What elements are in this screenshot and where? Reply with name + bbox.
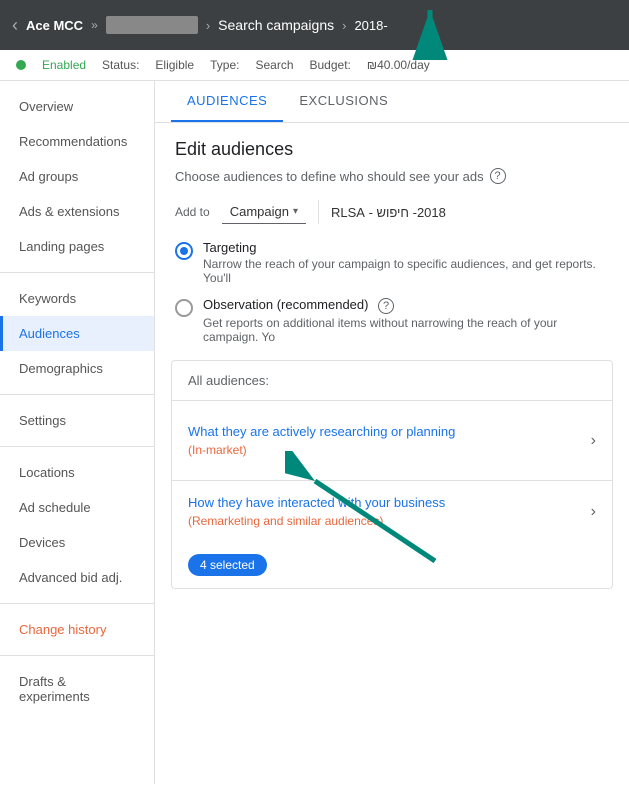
- audience-item-inmarket[interactable]: What they are actively researching or pl…: [172, 400, 612, 480]
- status-label: Status:: [102, 58, 139, 72]
- sidebar-item-ad-schedule[interactable]: Ad schedule: [0, 490, 154, 525]
- sidebar-item-landing-pages[interactable]: Landing pages: [0, 229, 154, 264]
- separator1: ›: [206, 18, 210, 33]
- tabs: AUDIENCES EXCLUSIONS: [155, 81, 629, 123]
- year-label: 2018-: [354, 18, 387, 33]
- sidebar-item-settings[interactable]: Settings: [0, 403, 154, 438]
- ace-mcc-label[interactable]: Ace MCC: [26, 18, 83, 33]
- divider: [318, 200, 319, 224]
- sidebar-divider1: [0, 272, 154, 273]
- audience2-text: How they have interacted with your busin…: [188, 495, 445, 528]
- enabled-label: Enabled: [42, 58, 86, 72]
- audience2-title: How they have interacted with your busin…: [188, 495, 445, 510]
- chevron-right-icon1: ›: [591, 432, 596, 450]
- tab-audiences[interactable]: AUDIENCES: [171, 81, 283, 122]
- targeting-text: Targeting Narrow the reach of your campa…: [203, 240, 609, 285]
- radio-group: Targeting Narrow the reach of your campa…: [175, 240, 609, 344]
- audience2-subtitle: (Remarketing and similar audiences): [188, 514, 445, 528]
- sidebar-item-devices[interactable]: Devices: [0, 525, 154, 560]
- add-to-label: Add to: [175, 205, 210, 219]
- back-arrow[interactable]: ‹: [12, 15, 18, 36]
- observation-option[interactable]: Observation (recommended) ? Get reports …: [175, 297, 609, 344]
- main-content: AUDIENCES EXCLUSIONS Edit audiences Choo…: [155, 81, 629, 784]
- sidebar-item-recommendations[interactable]: Recommendations: [0, 124, 154, 159]
- observation-radio[interactable]: [175, 299, 193, 317]
- targeting-desc: Narrow the reach of your campaign to spe…: [203, 257, 609, 285]
- sidebar-divider4: [0, 603, 154, 604]
- top-bar: ‹ Ace MCC » hidden › Search campaigns › …: [0, 0, 629, 50]
- sidebar-divider3: [0, 446, 154, 447]
- add-to-section: Add to Campaign ▾ 2018- חיפוש - RLSA: [175, 200, 609, 224]
- observation-text: Observation (recommended) ? Get reports …: [203, 297, 609, 344]
- status-bar: Enabled Status: Eligible Type: Search Bu…: [0, 50, 629, 81]
- sidebar-item-ad-groups[interactable]: Ad groups: [0, 159, 154, 194]
- main-layout: Overview Recommendations Ad groups Ads &…: [0, 81, 629, 784]
- targeting-radio[interactable]: [175, 242, 193, 260]
- audiences-header: All audiences:: [172, 361, 612, 400]
- tab-exclusions[interactable]: EXCLUSIONS: [283, 81, 404, 122]
- sidebar-item-advanced-bid[interactable]: Advanced bid adj.: [0, 560, 154, 595]
- sidebar: Overview Recommendations Ad groups Ads &…: [0, 81, 155, 784]
- sidebar-item-change-history[interactable]: Change history: [0, 612, 154, 647]
- status-dot: [16, 60, 26, 70]
- type-value: Search: [255, 58, 293, 72]
- sidebar-item-ads-extensions[interactable]: Ads & extensions: [0, 194, 154, 229]
- blurred-campaign: hidden: [106, 16, 198, 34]
- audience1-text: What they are actively researching or pl…: [188, 424, 455, 457]
- status-value: Eligible: [155, 58, 194, 72]
- observation-desc: Get reports on additional items without …: [203, 316, 609, 344]
- separator2: ›: [342, 18, 346, 33]
- budget-label: Budget:: [310, 58, 351, 72]
- sidebar-divider5: [0, 655, 154, 656]
- observation-help-icon[interactable]: ?: [378, 298, 394, 314]
- content-title: Edit audiences: [175, 139, 609, 160]
- targeting-label: Targeting: [203, 240, 609, 255]
- dropdown-label: Campaign: [230, 204, 289, 219]
- search-campaigns-label[interactable]: Search campaigns: [218, 17, 334, 33]
- audience-item-remarketing[interactable]: How they have interacted with your busin…: [172, 480, 612, 542]
- type-label: Type:: [210, 58, 239, 72]
- sidebar-item-demographics[interactable]: Demographics: [0, 351, 154, 386]
- sidebar-item-overview[interactable]: Overview: [0, 89, 154, 124]
- observation-label: Observation (recommended) ?: [203, 297, 609, 314]
- sidebar-item-drafts[interactable]: Drafts & experiments: [0, 664, 154, 714]
- campaign-name: 2018- חיפוש - RLSA: [331, 205, 446, 220]
- content-area: Edit audiences Choose audiences to defin…: [155, 123, 629, 605]
- sidebar-item-keywords[interactable]: Keywords: [0, 281, 154, 316]
- selected-badge: 4 selected: [188, 554, 267, 576]
- audience1-subtitle: (In-market): [188, 443, 455, 457]
- double-arrow-icon: »: [91, 18, 98, 32]
- subtitle-text: Choose audiences to define who should se…: [175, 169, 484, 184]
- content-subtitle: Choose audiences to define who should se…: [175, 168, 609, 184]
- audience1-title: What they are actively researching or pl…: [188, 424, 455, 439]
- sidebar-item-audiences[interactable]: Audiences: [0, 316, 154, 351]
- targeting-option[interactable]: Targeting Narrow the reach of your campa…: [175, 240, 609, 285]
- chevron-right-icon2: ›: [591, 503, 596, 521]
- chevron-down-icon: ▾: [293, 206, 298, 217]
- budget-value: ₪40.00/day: [367, 58, 430, 72]
- sidebar-divider2: [0, 394, 154, 395]
- help-icon[interactable]: ?: [490, 168, 506, 184]
- selected-badge-wrapper: 4 selected: [172, 542, 612, 588]
- sidebar-item-locations[interactable]: Locations: [0, 455, 154, 490]
- audiences-section: All audiences: What they are actively re…: [171, 360, 613, 589]
- campaign-dropdown[interactable]: Campaign ▾: [222, 200, 306, 224]
